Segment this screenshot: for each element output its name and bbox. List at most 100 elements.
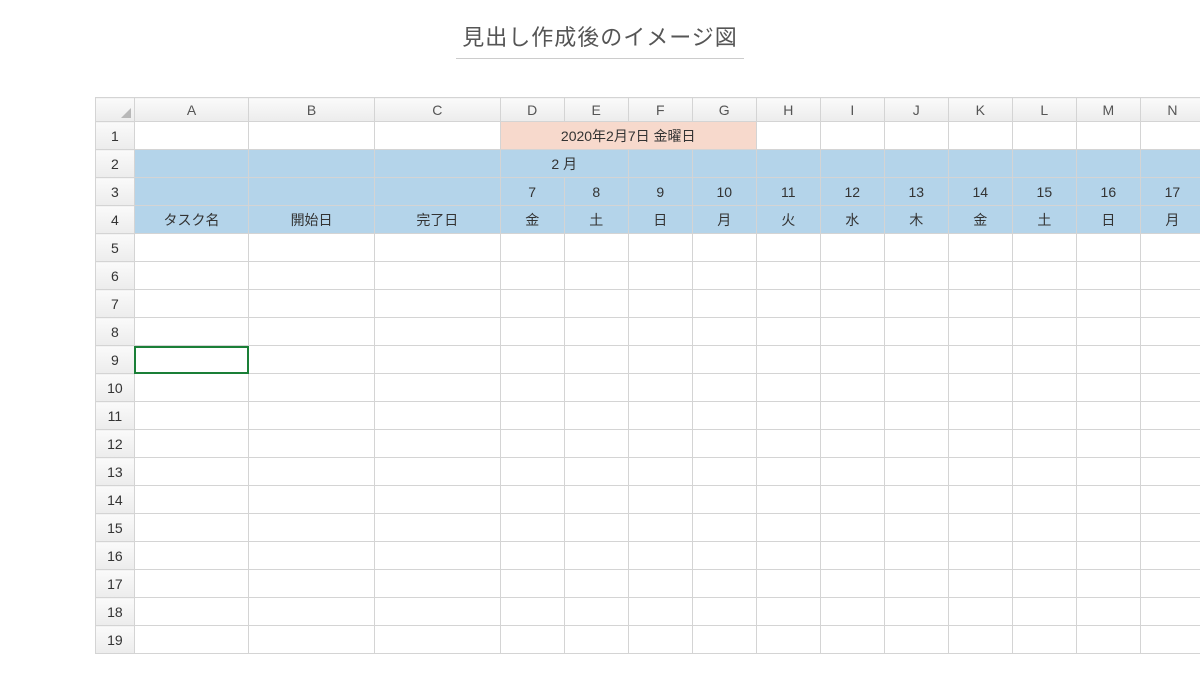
cell-d3[interactable]: 7 [500, 178, 564, 206]
cell-m11[interactable] [1076, 402, 1140, 430]
cell-f19[interactable] [628, 626, 692, 654]
cell-l7[interactable] [1012, 290, 1076, 318]
cell-g3[interactable]: 10 [692, 178, 756, 206]
cell-n18[interactable] [1140, 598, 1200, 626]
cell-a14[interactable] [134, 486, 248, 514]
row-header-3[interactable]: 3 [96, 178, 135, 206]
cell-c3[interactable] [374, 178, 500, 206]
cell-k13[interactable] [948, 458, 1012, 486]
cell-d8[interactable] [500, 318, 564, 346]
cell-e13[interactable] [564, 458, 628, 486]
cell-a9-selected[interactable] [134, 346, 248, 374]
cell-a7[interactable] [134, 290, 248, 318]
cell-n5[interactable] [1140, 234, 1200, 262]
cell-e18[interactable] [564, 598, 628, 626]
cell-g17[interactable] [692, 570, 756, 598]
cell-l1[interactable] [1012, 122, 1076, 150]
cell-i12[interactable] [820, 430, 884, 458]
cell-a3[interactable] [134, 178, 248, 206]
cell-d15[interactable] [500, 514, 564, 542]
cell-a13[interactable] [134, 458, 248, 486]
cell-f3[interactable]: 9 [628, 178, 692, 206]
cell-i2[interactable] [820, 150, 884, 178]
cell-b13[interactable] [249, 458, 375, 486]
row-header-18[interactable]: 18 [96, 598, 135, 626]
cell-month[interactable]: 2 月 [500, 150, 628, 178]
cell-j9[interactable] [884, 346, 948, 374]
row-header-1[interactable]: 1 [96, 122, 135, 150]
cell-j15[interactable] [884, 514, 948, 542]
cell-e10[interactable] [564, 374, 628, 402]
cell-d16[interactable] [500, 542, 564, 570]
cell-e3[interactable]: 8 [564, 178, 628, 206]
cell-k5[interactable] [948, 234, 1012, 262]
cell-a19[interactable] [134, 626, 248, 654]
cell-e5[interactable] [564, 234, 628, 262]
cell-h7[interactable] [756, 290, 820, 318]
cell-f10[interactable] [628, 374, 692, 402]
cell-n15[interactable] [1140, 514, 1200, 542]
cell-f11[interactable] [628, 402, 692, 430]
cell-g12[interactable] [692, 430, 756, 458]
cell-b11[interactable] [249, 402, 375, 430]
cell-e19[interactable] [564, 626, 628, 654]
cell-h18[interactable] [756, 598, 820, 626]
cell-e17[interactable] [564, 570, 628, 598]
cell-c16[interactable] [374, 542, 500, 570]
cell-g19[interactable] [692, 626, 756, 654]
cell-e11[interactable] [564, 402, 628, 430]
cell-b16[interactable] [249, 542, 375, 570]
cell-l3[interactable]: 15 [1012, 178, 1076, 206]
cell-j10[interactable] [884, 374, 948, 402]
cell-n6[interactable] [1140, 262, 1200, 290]
cell-c13[interactable] [374, 458, 500, 486]
cell-j7[interactable] [884, 290, 948, 318]
col-header-k[interactable]: K [948, 98, 1012, 122]
cell-k9[interactable] [948, 346, 1012, 374]
cell-d12[interactable] [500, 430, 564, 458]
cell-d18[interactable] [500, 598, 564, 626]
cell-f18[interactable] [628, 598, 692, 626]
cell-d6[interactable] [500, 262, 564, 290]
row-header-11[interactable]: 11 [96, 402, 135, 430]
cell-l4[interactable]: 土 [1012, 206, 1076, 234]
col-header-m[interactable]: M [1076, 98, 1140, 122]
cell-b14[interactable] [249, 486, 375, 514]
cell-k2[interactable] [948, 150, 1012, 178]
cell-l12[interactable] [1012, 430, 1076, 458]
cell-n14[interactable] [1140, 486, 1200, 514]
cell-d19[interactable] [500, 626, 564, 654]
cell-f16[interactable] [628, 542, 692, 570]
cell-f4[interactable]: 日 [628, 206, 692, 234]
cell-g8[interactable] [692, 318, 756, 346]
cell-m3[interactable]: 16 [1076, 178, 1140, 206]
col-header-h[interactable]: H [756, 98, 820, 122]
cell-k8[interactable] [948, 318, 1012, 346]
cell-h4[interactable]: 火 [756, 206, 820, 234]
cell-a2[interactable] [134, 150, 248, 178]
cell-m19[interactable] [1076, 626, 1140, 654]
cell-m12[interactable] [1076, 430, 1140, 458]
cell-n8[interactable] [1140, 318, 1200, 346]
cell-k3[interactable]: 14 [948, 178, 1012, 206]
col-header-l[interactable]: L [1012, 98, 1076, 122]
cell-h3[interactable]: 11 [756, 178, 820, 206]
cell-a11[interactable] [134, 402, 248, 430]
cell-b8[interactable] [249, 318, 375, 346]
cell-e15[interactable] [564, 514, 628, 542]
cell-m7[interactable] [1076, 290, 1140, 318]
cell-n13[interactable] [1140, 458, 1200, 486]
cell-l2[interactable] [1012, 150, 1076, 178]
row-header-10[interactable]: 10 [96, 374, 135, 402]
cell-l10[interactable] [1012, 374, 1076, 402]
cell-b17[interactable] [249, 570, 375, 598]
col-header-n[interactable]: N [1140, 98, 1200, 122]
cell-k15[interactable] [948, 514, 1012, 542]
cell-c11[interactable] [374, 402, 500, 430]
cell-a10[interactable] [134, 374, 248, 402]
cell-c10[interactable] [374, 374, 500, 402]
row-header-19[interactable]: 19 [96, 626, 135, 654]
cell-f17[interactable] [628, 570, 692, 598]
cell-c14[interactable] [374, 486, 500, 514]
cell-m18[interactable] [1076, 598, 1140, 626]
